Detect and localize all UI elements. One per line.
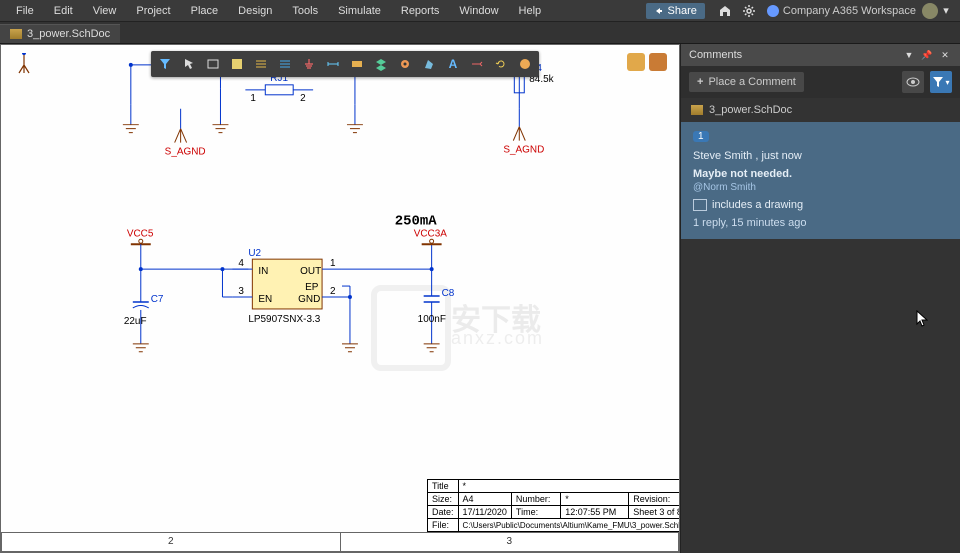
tool-port[interactable] — [349, 56, 365, 72]
workspace-label: Company A365 Workspace — [783, 5, 916, 17]
menu-simulate[interactable]: Simulate — [328, 2, 391, 20]
svg-text:1: 1 — [250, 93, 256, 104]
comments-title: Comments — [689, 49, 898, 61]
comment-badge: 1 — [693, 131, 709, 142]
tool-cursor[interactable] — [181, 56, 197, 72]
menu-edit[interactable]: Edit — [44, 2, 83, 20]
filter-button[interactable]: ▾ — [930, 71, 952, 93]
comment-item[interactable]: 1 Steve Smith , just now Maybe not neede… — [681, 122, 960, 239]
svg-text:S_AGND: S_AGND — [503, 145, 544, 156]
comment-reply-info: 1 reply, 15 minutes ago — [693, 217, 948, 229]
tool-sheet[interactable] — [229, 56, 245, 72]
workspace-icon — [767, 5, 779, 17]
tool-layer[interactable] — [373, 56, 389, 72]
svg-text:GND: GND — [298, 294, 320, 305]
tab-label: 3_power.SchDoc — [27, 28, 110, 40]
ruler-zone-2: 2 — [1, 532, 341, 552]
comment-group-header[interactable]: 3_power.SchDoc — [681, 98, 960, 122]
comment-author: Steve Smith , just now — [693, 150, 948, 162]
tool-net[interactable] — [277, 56, 293, 72]
svg-text:IN: IN — [258, 266, 268, 277]
avatar-user2[interactable] — [649, 53, 667, 71]
svg-text:3: 3 — [238, 286, 244, 297]
svg-text:EN: EN — [258, 294, 272, 305]
ground-symbol-corner — [9, 53, 39, 83]
tab-schematic[interactable]: 3_power.SchDoc — [0, 24, 120, 43]
tool-bus[interactable] — [253, 56, 269, 72]
drawing-label: includes a drawing — [712, 199, 803, 211]
place-comment-button[interactable]: + Place a Comment — [689, 72, 804, 92]
svg-text:VCC3A: VCC3A — [414, 228, 448, 239]
schematic-canvas[interactable]: A 安下载 anxz.com 1 2 RJ1 — [0, 44, 680, 553]
active-bar: A — [151, 51, 539, 77]
svg-text:C8: C8 — [442, 288, 455, 299]
plus-icon: + — [697, 76, 703, 88]
menu-help[interactable]: Help — [509, 2, 552, 20]
visibility-toggle[interactable] — [902, 71, 924, 93]
ruler-zone-3: 3 — [341, 532, 680, 552]
svg-text:4: 4 — [238, 258, 244, 269]
share-label: Share — [668, 5, 697, 17]
menu-window[interactable]: Window — [449, 2, 508, 20]
panel-close-icon[interactable]: ✕ — [938, 48, 952, 62]
svg-text:100nF: 100nF — [418, 314, 446, 325]
svg-text:LP5907SNX-3.3: LP5907SNX-3.3 — [248, 314, 320, 325]
menu-view[interactable]: View — [83, 2, 127, 20]
collaborator-avatars — [627, 53, 667, 71]
tool-fill[interactable] — [517, 56, 533, 72]
document-tabs: 3_power.SchDoc — [0, 22, 960, 44]
comment-message: Maybe not needed. — [693, 168, 948, 180]
panel-pin-icon[interactable]: 📌 — [920, 48, 934, 62]
schematic-doc-icon — [691, 105, 703, 115]
gear-icon[interactable] — [741, 3, 757, 19]
menu-file[interactable]: File — [6, 2, 44, 20]
svg-text:250mA: 250mA — [395, 213, 437, 229]
place-comment-label: Place a Comment — [708, 76, 795, 88]
menu-tools[interactable]: Tools — [282, 2, 328, 20]
drawing-icon — [693, 199, 707, 211]
tool-via[interactable] — [397, 56, 413, 72]
menu-bar: File Edit View Project Place Design Tool… — [0, 0, 960, 22]
svg-text:1: 1 — [330, 258, 336, 269]
sheet-ruler: 2 3 — [1, 532, 679, 552]
avatar-user1[interactable] — [627, 53, 645, 71]
share-button[interactable]: Share — [646, 3, 705, 19]
tool-filter[interactable] — [157, 56, 173, 72]
svg-text:2: 2 — [330, 286, 336, 297]
chevron-down-icon[interactable]: ▾ — [938, 3, 954, 19]
menu-design[interactable]: Design — [228, 2, 282, 20]
tool-dimension[interactable] — [325, 56, 341, 72]
schematic-doc-icon — [10, 29, 22, 39]
svg-text:U2: U2 — [248, 248, 261, 259]
schematic-drawing: 1 2 RJ1 S_AGND R4 84.5k S_AGND 250mA — [1, 45, 679, 552]
comments-header: Comments ▼ 📌 ✕ — [681, 44, 960, 66]
comments-panel: Comments ▼ 📌 ✕ + Place a Comment ▾ 3_pow… — [680, 44, 960, 553]
svg-text:VCC5: VCC5 — [127, 228, 154, 239]
tool-gnd[interactable] — [301, 56, 317, 72]
svg-text:C7: C7 — [151, 294, 164, 305]
menu-project[interactable]: Project — [126, 2, 180, 20]
tool-text[interactable]: A — [445, 56, 461, 72]
comment-group-label: 3_power.SchDoc — [709, 104, 792, 116]
home-icon[interactable] — [717, 3, 733, 19]
workspace-selector[interactable]: Company A365 Workspace — [767, 5, 916, 17]
tool-pin[interactable] — [469, 56, 485, 72]
mouse-cursor — [916, 310, 928, 328]
svg-text:OUT: OUT — [300, 266, 321, 277]
panel-dropdown-icon[interactable]: ▼ — [902, 48, 916, 62]
svg-text:S_AGND: S_AGND — [165, 147, 206, 158]
user-avatar[interactable] — [922, 3, 938, 19]
svg-text:22uF: 22uF — [124, 316, 147, 327]
tool-poly[interactable] — [421, 56, 437, 72]
svg-text:2: 2 — [300, 93, 306, 104]
title-block: Title** * * Size:A4Number:*Revision:2 Da… — [427, 479, 679, 532]
menu-reports[interactable]: Reports — [391, 2, 450, 20]
comment-mention: @Norm Smith — [693, 182, 948, 193]
tool-rotate[interactable] — [493, 56, 509, 72]
menu-place[interactable]: Place — [181, 2, 229, 20]
svg-text:EP: EP — [305, 282, 319, 293]
tool-rect[interactable] — [205, 56, 221, 72]
